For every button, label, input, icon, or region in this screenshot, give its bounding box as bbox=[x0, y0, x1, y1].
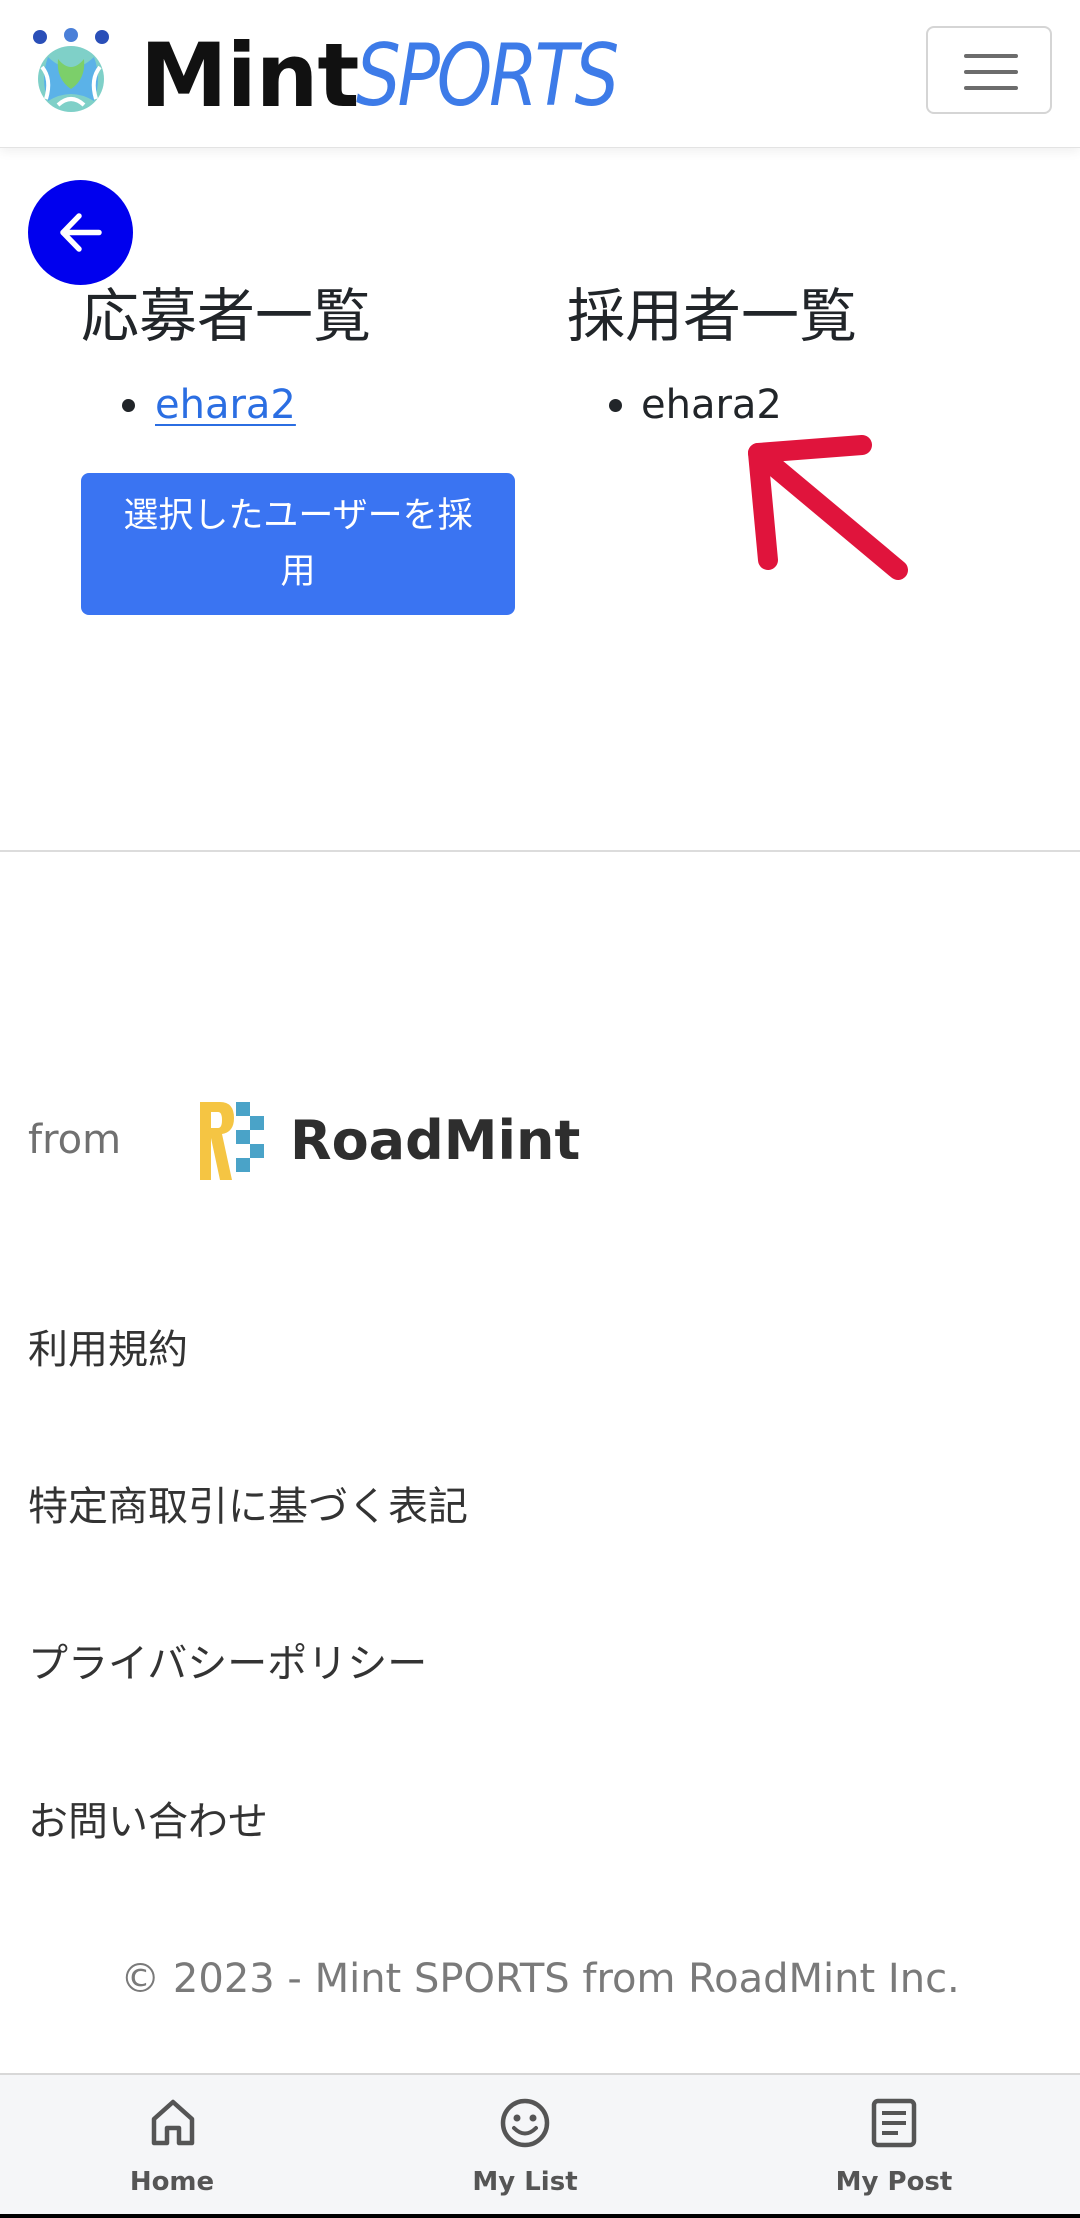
mint-sports-logo-icon[interactable] bbox=[28, 27, 114, 115]
nav-my-post[interactable]: My Post bbox=[834, 2075, 954, 2215]
nav-home-label: Home bbox=[129, 2167, 215, 2197]
smiley-icon bbox=[500, 2098, 550, 2148]
copyright-text: © 2023 - Mint SPORTS from RoadMint Inc. bbox=[120, 1956, 960, 2002]
hired-title: 採用者一覧 bbox=[567, 282, 858, 350]
brand-name-sports[interactable]: SPORTS bbox=[356, 16, 619, 136]
hamburger-icon-bar bbox=[964, 86, 1018, 90]
terms-link[interactable]: 利用規約 bbox=[28, 1322, 188, 1378]
brand-name-mint[interactable]: Mint bbox=[140, 16, 359, 136]
red-arrow-icon bbox=[748, 435, 908, 580]
list-bullet bbox=[609, 399, 622, 412]
hire-selected-users-button[interactable]: 選択したユーザーを採用 bbox=[81, 473, 515, 615]
applicants-title: 応募者一覧 bbox=[81, 282, 372, 350]
arrow-left-icon bbox=[60, 213, 102, 252]
from-label: from bbox=[28, 1117, 122, 1163]
roadmint-logo-icon[interactable] bbox=[198, 1100, 270, 1182]
contact-link[interactable]: お問い合わせ bbox=[28, 1794, 268, 1850]
nav-my-list[interactable]: My List bbox=[465, 2075, 585, 2215]
top-navbar: Mint SPORTS bbox=[0, 0, 1080, 148]
section-divider bbox=[0, 850, 1080, 852]
privacy-policy-link[interactable]: プライバシーポリシー bbox=[28, 1636, 427, 1692]
menu-toggle-button[interactable] bbox=[926, 26, 1052, 114]
list-bullet bbox=[122, 399, 135, 412]
nav-home[interactable]: Home bbox=[112, 2075, 232, 2215]
bottom-navigation: Home My List My Post bbox=[0, 2073, 1080, 2218]
nav-my-list-label: My List bbox=[472, 2167, 578, 2197]
screen-bottom-edge bbox=[0, 2214, 1080, 2218]
back-button[interactable] bbox=[28, 180, 133, 285]
document-icon bbox=[871, 2098, 917, 2148]
hamburger-icon-bar bbox=[964, 70, 1018, 74]
roadmint-wordmark[interactable]: RoadMint bbox=[290, 1100, 580, 1182]
applicant-link[interactable]: ehara2 bbox=[155, 377, 296, 433]
nav-my-post-label: My Post bbox=[835, 2167, 953, 2197]
commercial-transactions-link[interactable]: 特定商取引に基づく表記 bbox=[28, 1479, 468, 1535]
hamburger-icon bbox=[964, 54, 1018, 58]
home-icon bbox=[151, 2099, 195, 2146]
